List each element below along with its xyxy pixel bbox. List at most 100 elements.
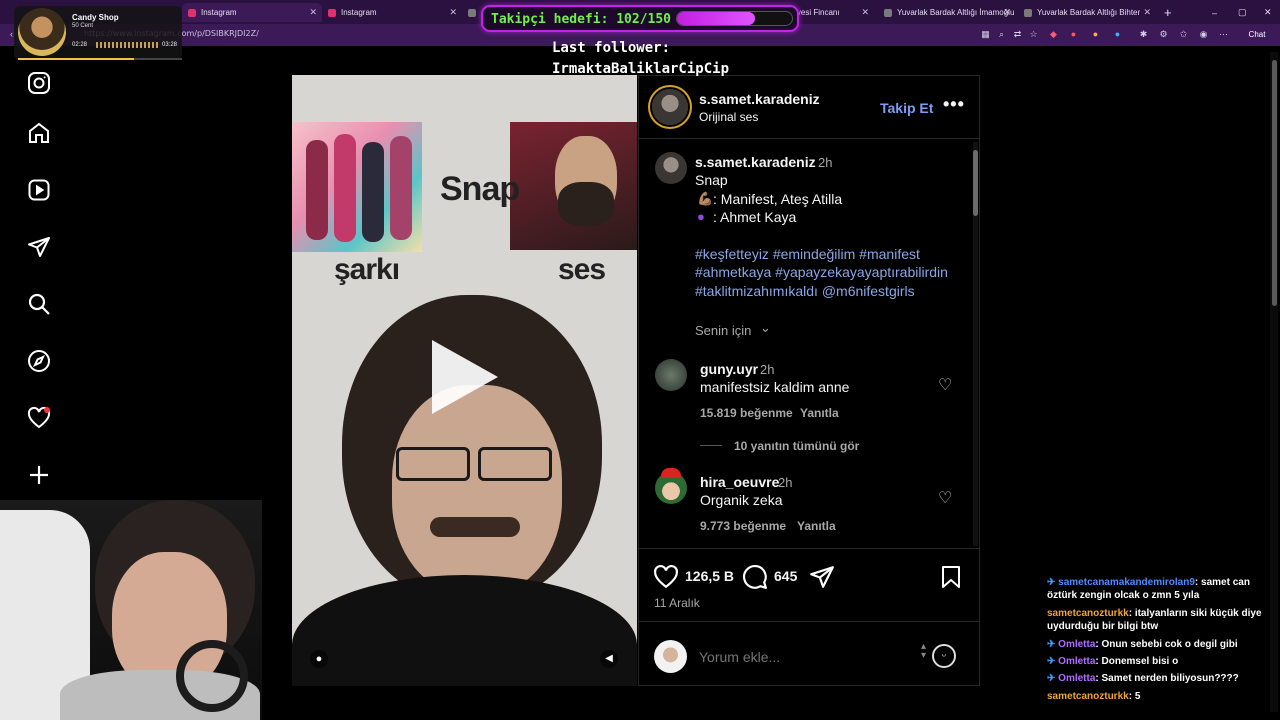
more-options-icon[interactable]: •••: [943, 94, 965, 115]
video-title: Snap: [440, 170, 520, 208]
share-icon[interactable]: [809, 564, 835, 590]
explore-icon[interactable]: [26, 348, 52, 374]
follow-button[interactable]: Takip Et: [880, 100, 933, 116]
comment-avatar[interactable]: [655, 359, 687, 391]
notifications-icon[interactable]: [26, 405, 52, 431]
chat-username: sametcanozturkk: [1047, 690, 1129, 702]
tab-instagram-active[interactable]: Instagram ✕: [182, 3, 322, 22]
author-avatar[interactable]: [652, 89, 688, 125]
save-bookmark-icon[interactable]: [939, 564, 963, 590]
view-replies-button[interactable]: 10 yanıtın tümünü gör: [734, 439, 859, 453]
webcam-feed: [0, 500, 262, 720]
comment-likes[interactable]: 15.819 beğenme: [700, 406, 793, 420]
comment-username[interactable]: hira_oeuvre: [700, 474, 779, 490]
for-you-label[interactable]: Senin için: [695, 323, 751, 338]
caption-avatar[interactable]: [655, 152, 687, 184]
follower-goal-label: Takipçi hedefi: 102/150: [491, 12, 672, 27]
pin-icon: ✈: [1047, 673, 1059, 685]
close-tab-icon[interactable]: ✕: [449, 7, 457, 18]
audio-label[interactable]: Orijinal ses: [699, 110, 758, 124]
close-tab-icon[interactable]: ✕: [1143, 7, 1151, 18]
tab-title: Instagram: [341, 8, 377, 17]
divider: [639, 621, 979, 622]
close-tab-icon[interactable]: ✕: [309, 7, 317, 18]
comments-scroll-thumb[interactable]: [973, 150, 978, 216]
create-icon[interactable]: [26, 462, 52, 488]
shield-icon[interactable]: ◆: [1048, 29, 1059, 40]
chevron-down-icon[interactable]: ⌄: [760, 320, 771, 336]
profile-icon[interactable]: ◉: [1198, 29, 1209, 40]
tab-title: Yuvarlak Bardak Altlığı Bihter: [1037, 8, 1141, 17]
chat-message: ✈ sametcanamakandemirolan9: samet can öz…: [1047, 577, 1250, 602]
extension-red-icon[interactable]: ●: [1068, 29, 1079, 40]
comment-username[interactable]: guny.uyr: [700, 361, 758, 377]
current-user-avatar: [654, 640, 687, 673]
instagram-favicon-icon: [188, 8, 196, 17]
like-count[interactable]: 126,5 B: [685, 568, 734, 584]
comment-icon[interactable]: [742, 564, 768, 590]
translate-icon[interactable]: ⇄: [1012, 29, 1023, 40]
hashtags-line-1[interactable]: #keşfetteyiz #emindeğilim #manifest: [695, 246, 920, 262]
comment-input[interactable]: [699, 646, 919, 668]
chat-username: Omletta: [1058, 638, 1096, 650]
singer-photo-image: [510, 122, 637, 250]
tab-instagram[interactable]: Instagram ✕: [322, 3, 462, 22]
chat-message: ✈ Omletta: Samet nerden biliyosun????: [1047, 673, 1239, 685]
author-username[interactable]: s.samet.karadeniz: [699, 91, 820, 107]
caption-username[interactable]: s.samet.karadeniz: [695, 154, 816, 170]
reel-video[interactable]: Snap şarkı ses ● ◀: [292, 75, 637, 686]
tab-title: Instagram: [201, 8, 237, 17]
reply-button[interactable]: Yanıtla: [800, 406, 839, 420]
reply-button[interactable]: Yanıtla: [797, 519, 836, 533]
track-progress-bar: [18, 58, 182, 60]
more-menu-icon[interactable]: ⋯: [1218, 29, 1229, 40]
favorites-icon[interactable]: ✩: [1178, 29, 1189, 40]
video-label-left: şarkı: [334, 253, 400, 286]
tab-bihter[interactable]: Yuvarlak Bardak Altlığı Bihter ✕: [1018, 3, 1156, 22]
reels-icon[interactable]: [26, 177, 52, 203]
volume-icon[interactable]: ◀: [600, 650, 618, 668]
zoom-icon[interactable]: ⌕: [996, 29, 1007, 40]
tab-collapsed[interactable]: [462, 3, 482, 22]
settings-icon[interactable]: ⚙: [1158, 29, 1169, 40]
extensions-puzzle-icon[interactable]: ✱: [1138, 29, 1149, 40]
emoji-icon[interactable]: ᵕ: [932, 644, 956, 668]
chat-username: Omletta: [1058, 656, 1096, 668]
minimize-icon[interactable]: –: [1206, 3, 1217, 22]
close-window-icon[interactable]: ✕: [1258, 3, 1272, 22]
last-follower-label: Last follower:: [552, 40, 671, 56]
instagram-favicon-icon: [328, 8, 336, 17]
extension-color-icon[interactable]: ●: [1090, 29, 1101, 40]
apps-icon[interactable]: ▦: [980, 29, 991, 40]
close-tab-icon[interactable]: ✕: [1003, 7, 1011, 18]
elapsed-time: 02:28: [72, 42, 88, 48]
bookmark-star-icon[interactable]: ☆: [1028, 29, 1039, 40]
comment-like-icon[interactable]: ♡: [938, 488, 952, 508]
chat-text: Samet nerden biliyosun????: [1101, 673, 1239, 685]
comment-like-icon[interactable]: ♡: [938, 375, 952, 395]
comment-likes[interactable]: 9.773 beğenme: [700, 519, 786, 533]
track-duration: 03:28: [162, 42, 178, 48]
chat-button[interactable]: Chat: [1240, 29, 1274, 40]
close-tab-icon[interactable]: ✕: [861, 7, 869, 18]
comment-time: 2h: [778, 475, 793, 490]
tab-imamoglu[interactable]: Yuvarlak Bardak Altlığı İmamoğlu ✕: [878, 3, 1016, 22]
search-icon[interactable]: [26, 291, 52, 317]
maximize-icon[interactable]: ▢: [1232, 3, 1247, 22]
play-icon[interactable]: [432, 340, 498, 414]
caption-line-1: : Manifest, Ateş Atilla: [713, 191, 843, 207]
like-icon[interactable]: [653, 564, 679, 590]
home-icon[interactable]: [26, 120, 52, 146]
extension-blue-icon[interactable]: ●: [1112, 29, 1123, 40]
tagged-user-icon[interactable]: ●: [310, 650, 328, 668]
chat-text: 5: [1134, 690, 1141, 702]
hashtags-line-3[interactable]: #taklitmizahımıkaldı @m6nifestgirls: [695, 283, 915, 299]
hashtags-line-2[interactable]: #ahmetkaya #yapayzekayayaptırabilirdin: [695, 264, 948, 280]
new-tab-button[interactable]: +: [1158, 3, 1174, 22]
page-scroll-thumb[interactable]: [1272, 60, 1277, 306]
follower-goal-fill: [677, 12, 756, 25]
resize-handle-icon[interactable]: ▴ ▾: [921, 642, 926, 661]
comment-count[interactable]: 645: [774, 568, 797, 584]
instagram-logo-icon[interactable]: [26, 70, 52, 96]
messages-icon[interactable]: [26, 234, 52, 260]
